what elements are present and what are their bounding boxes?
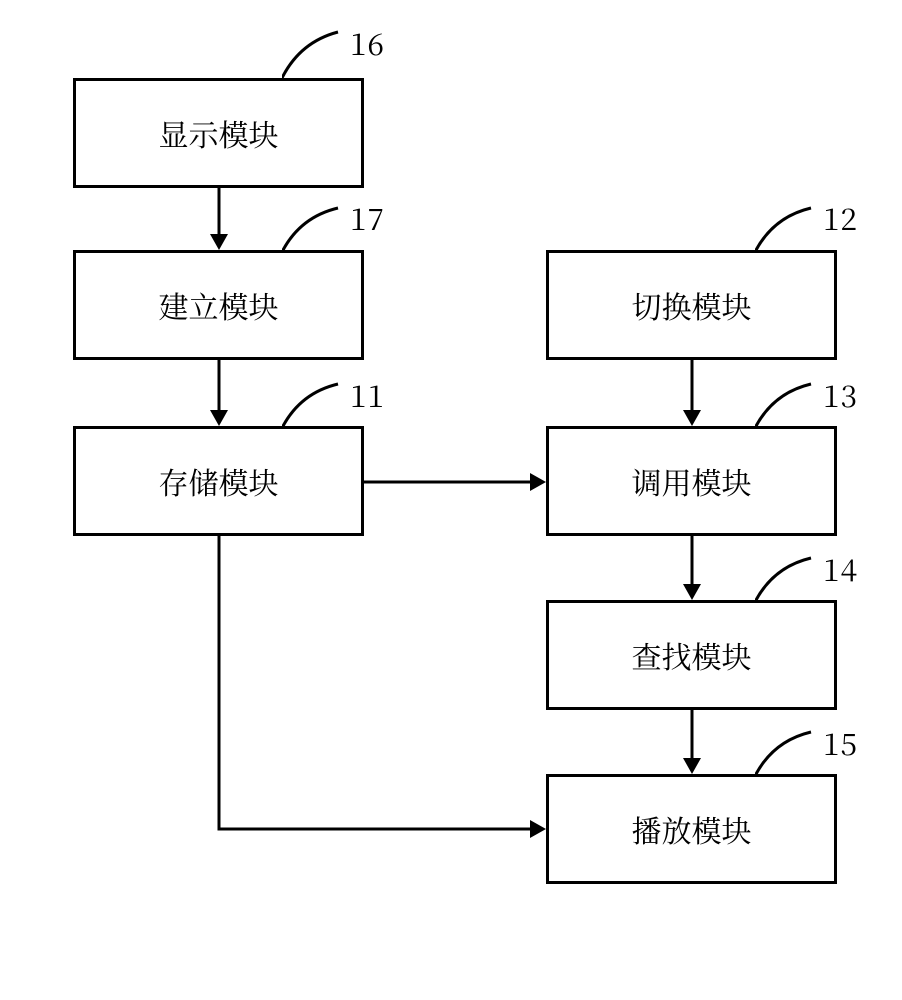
node-number: 17 (350, 195, 385, 239)
leader-line-icon (282, 206, 342, 246)
leader-line-icon (755, 382, 815, 422)
node-label: 显示模块 (159, 111, 279, 155)
leader-line-icon (755, 556, 815, 596)
node-label: 调用模块 (632, 459, 752, 503)
arrow-icon (680, 536, 704, 600)
node-label: 查找模块 (632, 633, 752, 677)
node-number: 13 (823, 372, 858, 416)
node-number: 16 (350, 20, 385, 64)
node-number: 11 (350, 372, 385, 416)
leader-line-icon (282, 382, 342, 422)
node-switch-module: 切换模块 (546, 250, 837, 360)
arrow-icon (207, 360, 231, 426)
node-label: 播放模块 (632, 807, 752, 851)
node-storage-module: 存储模块 (73, 426, 364, 536)
leader-line-icon (755, 730, 815, 770)
arrow-icon (680, 360, 704, 426)
arrow-icon (680, 710, 704, 774)
leader-line-icon (282, 30, 342, 70)
node-number: 12 (823, 195, 858, 239)
node-number: 15 (823, 720, 858, 764)
node-create-module: 建立模块 (73, 250, 364, 360)
node-number: 14 (823, 546, 858, 590)
leader-line-icon (755, 206, 815, 246)
node-call-module: 调用模块 (546, 426, 837, 536)
node-play-module: 播放模块 (546, 774, 837, 884)
arrow-icon (207, 188, 231, 250)
node-display-module: 显示模块 (73, 78, 364, 188)
arrow-elbow-icon (200, 536, 550, 846)
node-search-module: 查找模块 (546, 600, 837, 710)
node-label: 切换模块 (632, 283, 752, 327)
node-label: 存储模块 (159, 459, 279, 503)
node-label: 建立模块 (159, 283, 279, 327)
diagram-canvas: 显示模块 16 建立模块 17 存储模块 11 (0, 0, 902, 1000)
arrow-icon (364, 470, 546, 494)
